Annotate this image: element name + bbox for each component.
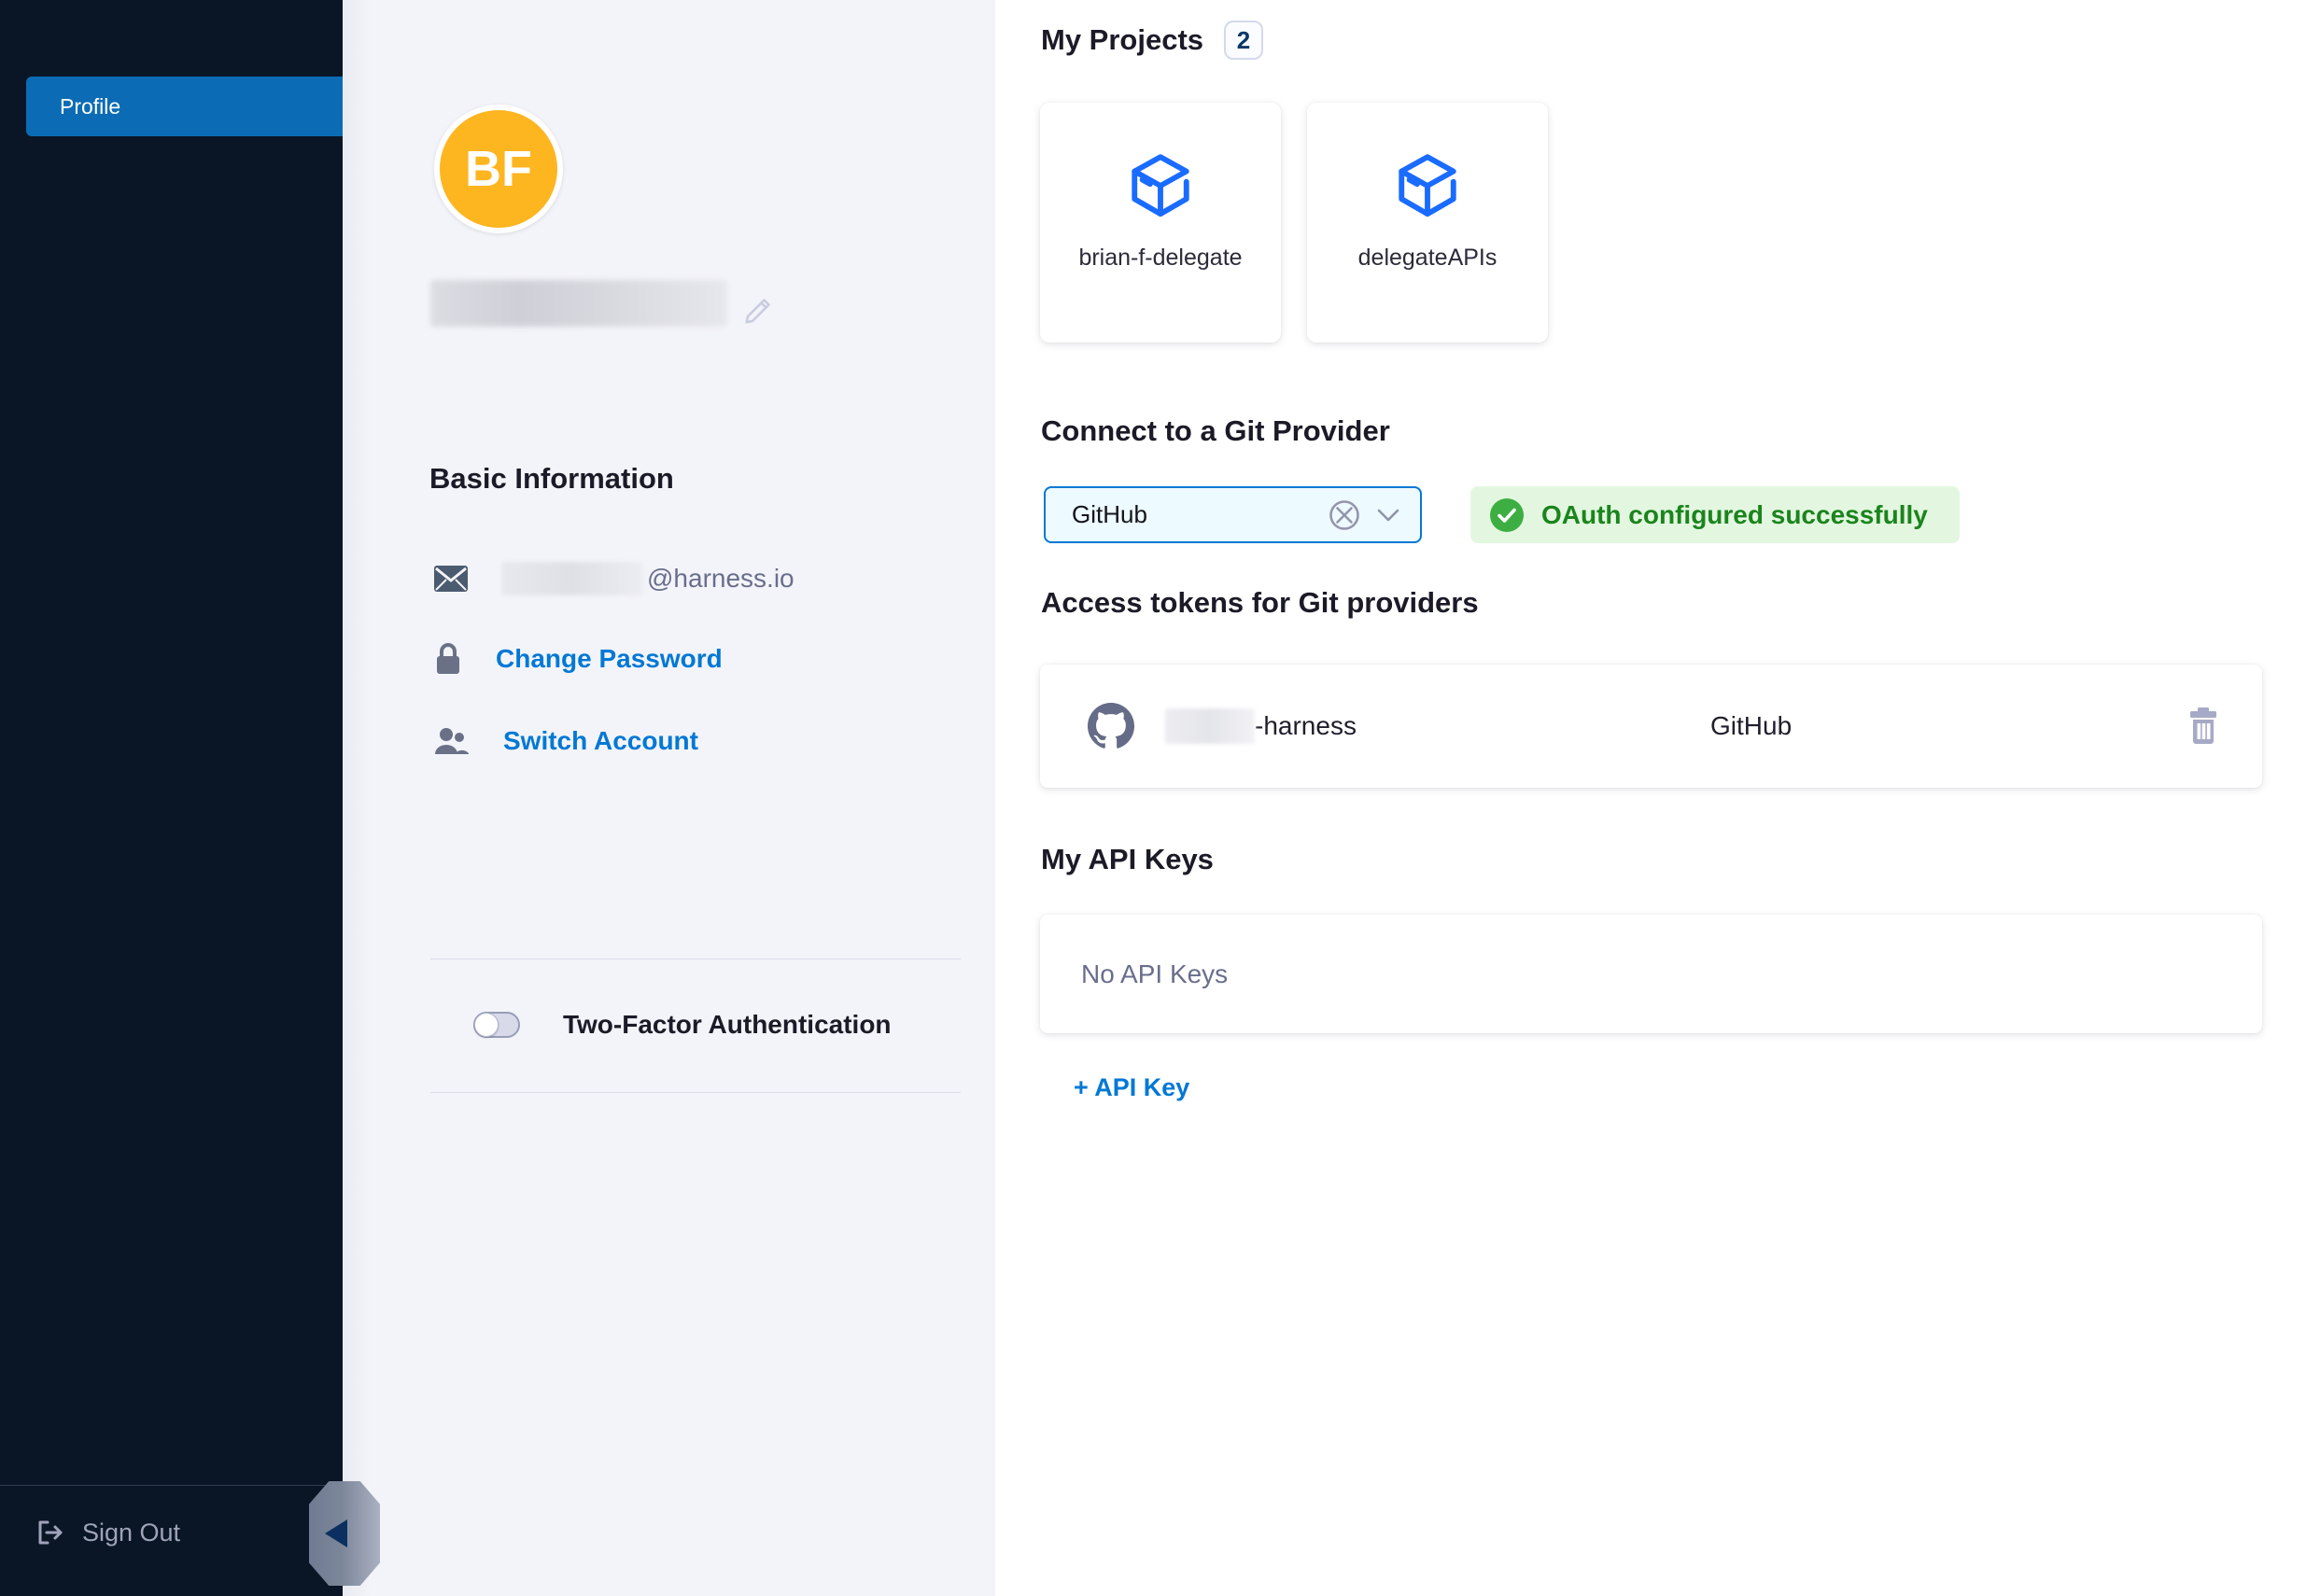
token-identity: -harness <box>1088 703 1357 749</box>
cube-icon <box>1126 151 1195 220</box>
sign-out-button[interactable]: Sign Out <box>35 1518 180 1547</box>
change-password-link: Change Password <box>496 644 723 674</box>
sidebar-collapse-handle[interactable] <box>309 1481 380 1586</box>
mail-icon <box>434 566 468 592</box>
clear-selection-icon[interactable] <box>1329 499 1360 531</box>
sign-out-label: Sign Out <box>82 1519 180 1547</box>
token-provider: GitHub <box>1710 711 1792 741</box>
project-name: delegateAPIs <box>1358 245 1497 272</box>
project-card-delegateapis[interactable]: delegateAPIs <box>1307 103 1548 343</box>
git-provider-select[interactable]: GitHub <box>1044 486 1422 543</box>
project-cards: brian-f-delegate delegateAPIs <box>1040 103 1548 343</box>
main-panel: My Projects 2 brian-f-delegate <box>995 0 2306 1596</box>
sidebar-item-profile-label: Profile <box>60 94 120 119</box>
my-api-keys-title: My API Keys <box>1041 843 1214 876</box>
git-provider-selected-value: GitHub <box>1072 500 1329 529</box>
delete-token-icon[interactable] <box>2187 707 2219 745</box>
token-username-redacted <box>1165 708 1255 744</box>
project-card-brian-f-delegate[interactable]: brian-f-delegate <box>1040 103 1281 343</box>
email-row: @harness.io <box>434 562 794 595</box>
users-icon <box>434 726 470 756</box>
two-factor-toggle[interactable] <box>473 1012 520 1038</box>
api-keys-empty-card: No API Keys <box>1040 915 2262 1033</box>
check-circle-icon <box>1489 497 1525 533</box>
oauth-status-badge: OAuth configured successfully <box>1470 486 1960 543</box>
email-domain: @harness.io <box>647 564 794 594</box>
add-api-key-button[interactable]: + API Key <box>1074 1073 1189 1102</box>
user-name-redacted <box>430 280 727 327</box>
logout-icon <box>35 1518 65 1547</box>
projects-count-badge: 2 <box>1224 21 1263 60</box>
edit-name-icon[interactable] <box>742 295 774 327</box>
profile-panel: BF Basic Information @harness.io <box>343 0 995 1596</box>
sidebar: Profile Sign Out <box>0 0 343 1596</box>
sidebar-divider <box>0 1485 343 1486</box>
two-factor-row: Two-Factor Authentication <box>473 1010 892 1040</box>
change-password-row[interactable]: Change Password <box>434 642 723 676</box>
access-token-row: -harness GitHub <box>1040 665 2262 788</box>
avatar-initials: BF <box>465 140 532 198</box>
lock-icon <box>434 642 462 676</box>
basic-information-heading: Basic Information <box>429 462 674 496</box>
profile-page: Profile Sign Out BF Basic Infor <box>0 0 2306 1596</box>
project-name: brian-f-delegate <box>1078 245 1242 272</box>
my-projects-title: My Projects <box>1041 23 1203 57</box>
my-projects-header: My Projects 2 <box>1041 21 1263 60</box>
avatar[interactable]: BF <box>434 105 563 233</box>
token-username-suffix: -harness <box>1255 711 1357 741</box>
oauth-status-text: OAuth configured successfully <box>1541 500 1928 530</box>
api-keys-empty-text: No API Keys <box>1081 959 1228 989</box>
cube-icon <box>1393 151 1462 220</box>
collapse-left-arrow-icon <box>325 1519 347 1547</box>
email-prefix-redacted <box>501 562 643 595</box>
switch-account-link: Switch Account <box>503 726 698 756</box>
switch-account-row[interactable]: Switch Account <box>434 726 698 756</box>
divider <box>430 1092 961 1093</box>
toggle-knob <box>474 1013 499 1037</box>
access-tokens-title: Access tokens for Git providers <box>1041 586 1479 620</box>
chevron-down-icon[interactable] <box>1377 509 1399 522</box>
two-factor-label: Two-Factor Authentication <box>563 1010 892 1040</box>
github-icon <box>1088 703 1134 749</box>
git-provider-title: Connect to a Git Provider <box>1041 414 1390 448</box>
sidebar-item-profile[interactable]: Profile <box>26 77 343 136</box>
